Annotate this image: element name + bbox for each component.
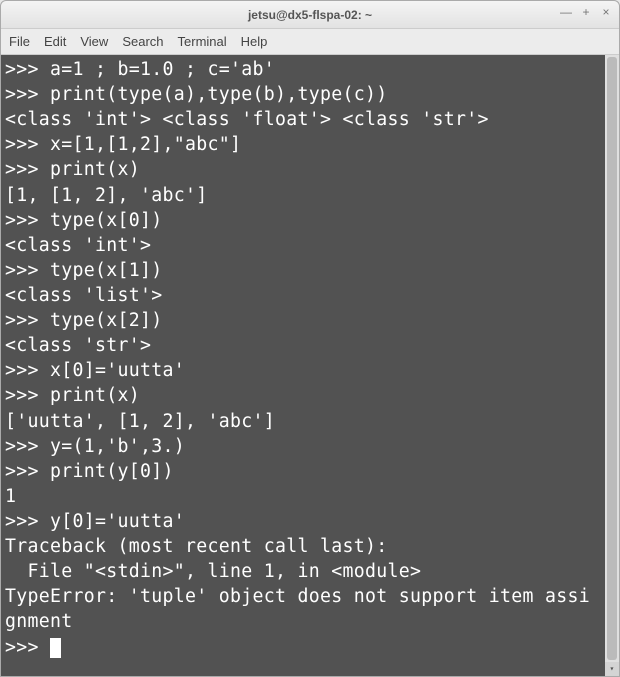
terminal-inner[interactable]: >>> a=1 ; b=1.0 ; c='ab' >>> print(type(… [1, 55, 605, 676]
window-controls: — + × [559, 5, 613, 19]
terminal-content: >>> a=1 ; b=1.0 ; c='ab' >>> print(type(… [5, 59, 590, 658]
menu-edit[interactable]: Edit [44, 34, 66, 49]
menu-search[interactable]: Search [122, 34, 163, 49]
terminal-area[interactable]: >>> a=1 ; b=1.0 ; c='ab' >>> print(type(… [1, 55, 619, 676]
terminal-cursor [50, 638, 61, 658]
scrollbar-down-arrow-icon[interactable]: ▾ [605, 662, 619, 676]
window-title: jetsu@dx5-flspa-02: ~ [248, 8, 372, 22]
terminal-window: jetsu@dx5-flspa-02: ~ — + × File Edit Vi… [0, 0, 620, 677]
menu-help[interactable]: Help [241, 34, 268, 49]
menu-bar: File Edit View Search Terminal Help [1, 29, 619, 55]
menu-file[interactable]: File [9, 34, 30, 49]
menu-terminal[interactable]: Terminal [178, 34, 227, 49]
close-button[interactable]: × [599, 5, 613, 19]
title-bar: jetsu@dx5-flspa-02: ~ — + × [1, 1, 619, 29]
minimize-button[interactable]: — [559, 5, 573, 19]
maximize-button[interactable]: + [579, 5, 593, 19]
scrollbar-thumb[interactable] [607, 57, 617, 660]
menu-view[interactable]: View [80, 34, 108, 49]
scrollbar-vertical[interactable]: ▾ [605, 55, 619, 676]
